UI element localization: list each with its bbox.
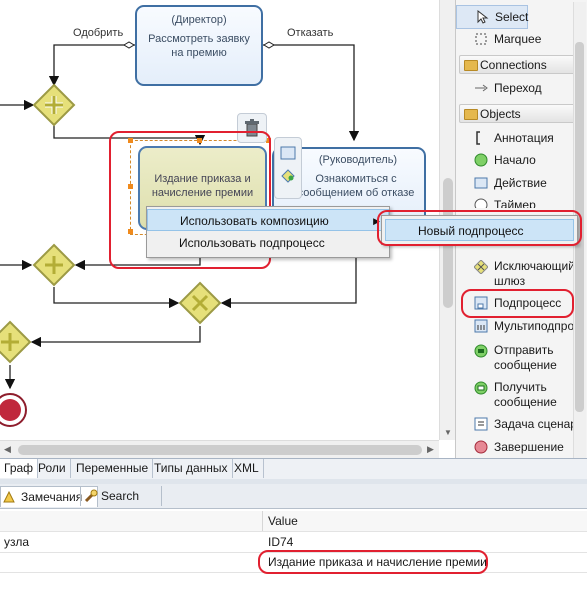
exclusive-gateway[interactable] bbox=[178, 281, 222, 325]
scroll-down-icon[interactable]: ▼ bbox=[444, 428, 452, 437]
tool-marquee[interactable]: Marquee bbox=[456, 28, 576, 50]
tool-multi-subprocess[interactable]: Мультиподпро bbox=[456, 315, 586, 337]
property-key: узла bbox=[4, 535, 30, 549]
task-review-request[interactable]: (Директор) Рассмотреть заявку на премию bbox=[135, 5, 263, 86]
tool-label: Переход bbox=[494, 81, 542, 95]
tool-label: Исключающий шлюз bbox=[494, 259, 575, 288]
warning-icon bbox=[3, 491, 15, 503]
tool-script-task[interactable]: Задача сценария bbox=[456, 413, 586, 435]
menu-item-use-subprocess[interactable]: Использовать подпроцесс bbox=[147, 232, 389, 254]
tool-send-message[interactable]: Отправить сообщение bbox=[456, 340, 584, 374]
send-message-icon bbox=[474, 344, 488, 358]
tool-label: Таймер bbox=[494, 198, 536, 208]
task-role: (Директор) bbox=[171, 14, 227, 26]
tab-label: Типы данных bbox=[154, 461, 228, 475]
tool-timer[interactable]: Таймер bbox=[456, 194, 576, 208]
tool-exclusive-gateway[interactable]: Исключающий шлюз bbox=[456, 256, 584, 290]
parallel-gateway[interactable] bbox=[32, 243, 76, 287]
tool-label: Получить сообщение bbox=[494, 380, 557, 409]
approve-edge-label: Одобрить bbox=[73, 27, 124, 39]
annotation-icon bbox=[476, 131, 480, 145]
tab-label: Search bbox=[101, 489, 140, 503]
task-icon bbox=[474, 177, 488, 189]
tool-select[interactable]: Select bbox=[456, 5, 528, 29]
bottom-views: Замечания Search bbox=[0, 484, 587, 509]
folder-icon bbox=[464, 109, 478, 120]
tool-receive-message[interactable]: Получить сообщение bbox=[456, 377, 584, 411]
script-task-icon bbox=[474, 417, 488, 431]
arrow-cursor-icon bbox=[477, 10, 489, 24]
connections-header[interactable]: Connections bbox=[459, 55, 579, 74]
tab-search[interactable]: Search bbox=[80, 486, 162, 506]
folder-icon bbox=[464, 60, 478, 71]
tool-start[interactable]: Начало bbox=[456, 149, 576, 171]
scroll-thumb[interactable] bbox=[18, 445, 422, 455]
transition-arrow-icon bbox=[475, 84, 488, 92]
tool-label: Marquee bbox=[494, 32, 542, 46]
tool-action[interactable]: Действие bbox=[456, 172, 576, 194]
editor-tabs: Граф Роли Переменные Типы данных XML bbox=[0, 458, 587, 480]
multi-subprocess-icon bbox=[474, 319, 488, 333]
tool-end[interactable]: Завершение bbox=[456, 436, 576, 456]
section-label: Objects bbox=[480, 107, 521, 121]
parallel-gateway[interactable] bbox=[32, 83, 76, 127]
column-header-value: Value bbox=[268, 514, 298, 528]
menu-item-label: Использовать композицию bbox=[180, 214, 329, 228]
scroll-right-icon[interactable]: ▶ bbox=[427, 444, 434, 455]
tab-variables[interactable]: Переменные bbox=[72, 459, 154, 478]
horizontal-scrollbar[interactable]: ◀ ▶ bbox=[0, 440, 439, 458]
flashlight-search-icon bbox=[84, 489, 98, 503]
section-label: Connections bbox=[480, 58, 547, 72]
reject-edge-label: Отказать bbox=[287, 27, 334, 39]
tab-label: Роли bbox=[38, 461, 66, 475]
tab-label: Переменные bbox=[76, 461, 149, 475]
end-event-icon bbox=[474, 440, 488, 454]
tab-graph[interactable]: Граф bbox=[0, 459, 39, 478]
context-menu: Использовать композицию ▶ Использовать п… bbox=[146, 206, 390, 258]
tool-annotation[interactable]: Аннотация bbox=[456, 127, 576, 149]
highlight-subprocess-tool bbox=[461, 289, 574, 318]
highlight-submenu bbox=[377, 210, 582, 246]
tool-label: Select bbox=[495, 10, 529, 24]
column-divider bbox=[262, 511, 263, 531]
timer-icon bbox=[474, 198, 488, 208]
receive-message-icon bbox=[474, 381, 488, 395]
add-gateway-icon[interactable] bbox=[281, 169, 295, 183]
properties-header: Value bbox=[0, 511, 587, 532]
tab-label: XML bbox=[234, 461, 259, 475]
tool-label: Действие bbox=[494, 176, 547, 190]
tool-transition[interactable]: Переход bbox=[456, 77, 576, 99]
parallel-gateway[interactable] bbox=[0, 320, 32, 364]
scroll-left-icon[interactable]: ◀ bbox=[4, 444, 11, 455]
add-task-icon[interactable] bbox=[280, 146, 296, 160]
tab-data-types[interactable]: Типы данных bbox=[150, 459, 233, 478]
property-value: ID74 bbox=[268, 535, 294, 549]
highlight-property-value bbox=[258, 550, 488, 574]
objects-header[interactable]: Objects bbox=[459, 104, 579, 123]
tool-label: Завершение bbox=[494, 440, 564, 454]
tool-label: Аннотация bbox=[494, 131, 554, 145]
exclusive-gateway-icon bbox=[474, 260, 488, 274]
tab-roles[interactable]: Роли bbox=[34, 459, 71, 478]
menu-item-label: Использовать подпроцесс bbox=[179, 236, 325, 250]
menu-item-use-composition[interactable]: Использовать композицию ▶ bbox=[147, 209, 389, 231]
property-row bbox=[0, 572, 587, 592]
quick-tools-strip bbox=[274, 137, 302, 199]
end-event[interactable] bbox=[0, 393, 27, 427]
tab-xml[interactable]: XML bbox=[230, 459, 264, 478]
marquee-icon bbox=[475, 33, 487, 45]
tool-label: Начало bbox=[494, 153, 536, 167]
tool-label: Отправить сообщение bbox=[494, 343, 557, 372]
start-event-icon bbox=[474, 153, 488, 167]
tab-label: Замечания bbox=[21, 490, 83, 504]
tab-label: Граф bbox=[4, 461, 34, 475]
tool-label: Мультиподпро bbox=[494, 319, 575, 333]
task-name: Рассмотреть заявку на премию bbox=[148, 33, 250, 59]
